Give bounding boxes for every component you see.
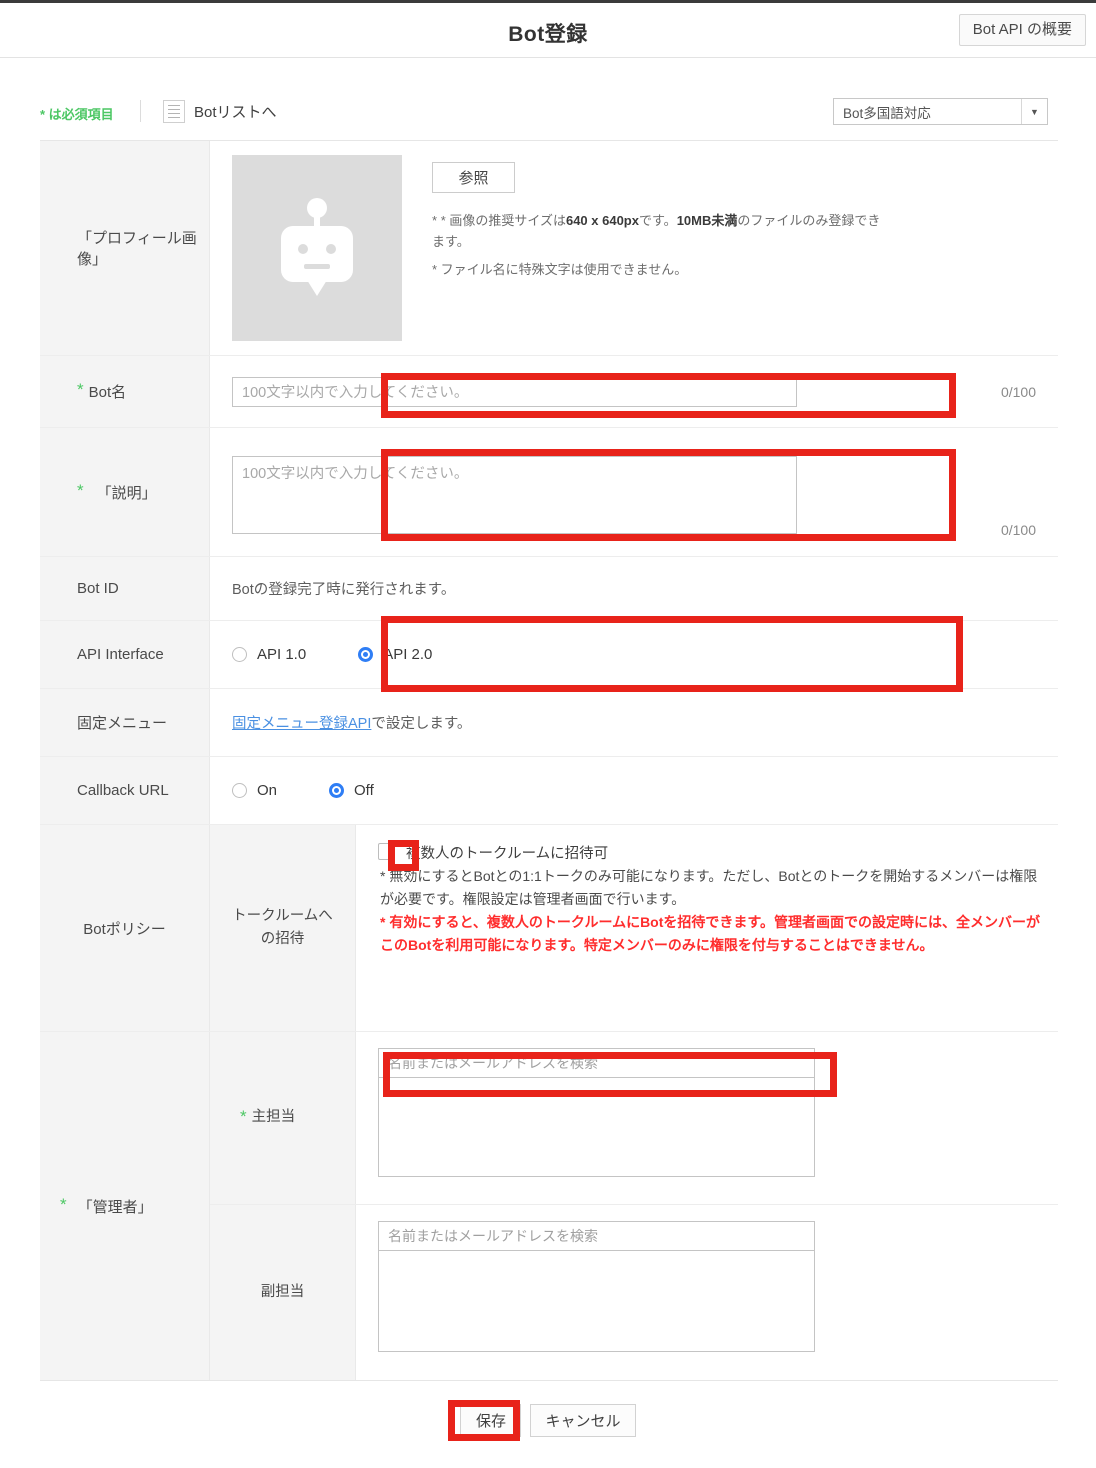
radio-api-1-0-label: API 1.0 — [257, 646, 307, 663]
label-administrators: * 「管理者」 — [40, 1032, 210, 1380]
primary-admin-search-input[interactable]: 名前またはメールアドレスを検索 — [378, 1048, 815, 1077]
bot-registration-form: 「プロフィール画像」 参照 * * 画像の推奨サイズは640 x 640pxです… — [40, 140, 1058, 1381]
row-fixed-menu: 固定メニュー 固定メニュー登録API で設定します。 — [40, 689, 1058, 757]
label-bot-name: * Bot名 — [40, 356, 210, 427]
fixed-menu-api-link[interactable]: 固定メニュー登録API — [232, 712, 371, 733]
required-marker: * — [60, 1194, 67, 1214]
profile-note-filename: * ファイル名に特殊文字は使用できません。 — [432, 261, 688, 277]
radio-callback-off-label: Off — [354, 782, 374, 799]
required-marker: * — [77, 380, 84, 399]
row-callback-url: Callback URL On Off — [40, 757, 1058, 825]
label-bot-policy: Botポリシー — [40, 825, 210, 1031]
secondary-admin-selected-list[interactable] — [378, 1250, 815, 1352]
language-select-value: Bot多国語対応 — [843, 105, 931, 121]
label-primary-admin: * 主担当 — [210, 1032, 356, 1204]
api-overview-button[interactable]: Bot API の概要 — [958, 14, 1086, 46]
talkroom-invite-checkbox-label: 複数人のトークルームに招待可 — [406, 846, 609, 862]
radio-api-1-0[interactable]: API 1.0 — [232, 646, 306, 663]
row-bot-id: Bot ID Botの登録完了時に発行されます。 — [40, 557, 1058, 621]
primary-admin-selected-list[interactable] — [378, 1077, 815, 1177]
description-counter: 0/100 — [1000, 522, 1036, 538]
row-description: * 「説明」 100文字以内で入力してください。 0/100 — [40, 428, 1058, 557]
radio-icon-checked — [358, 647, 374, 662]
row-api-interface: API Interface API 1.0 API 2.0 — [40, 621, 1058, 689]
bot-policy-warning: * 有効にすると、複数人のトークルームにBotを招待できます。管理者画面での設定… — [380, 914, 1040, 954]
sub-toolbar: * は必須項目 Botリストへ Bot多国語対応 ▼ — [0, 58, 1096, 133]
row-administrators: * 「管理者」 * 主担当 名前またはメールアドレスを検索 副担当 名前またはメ… — [40, 1032, 1058, 1380]
robot-avatar-icon — [281, 198, 353, 296]
required-field-note: * は必須項目 — [40, 107, 114, 122]
label-profile-image: 「プロフィール画像」 — [40, 141, 210, 355]
bot-policy-description: * 無効にするとBotとの1:1トークのみ可能になります。ただし、Botとのトー… — [380, 868, 1038, 907]
page-title: Bot登録 — [508, 23, 588, 46]
secondary-admin-picker: 名前またはメールアドレスを検索 — [378, 1221, 815, 1352]
label-description: * 「説明」 — [40, 428, 210, 556]
row-bot-name: * Bot名 100文字以内で入力してください。 0/100 — [40, 356, 1058, 428]
bot-list-link[interactable]: Botリストへ — [163, 100, 277, 123]
row-profile-image: 「プロフィール画像」 参照 * * 画像の推奨サイズは640 x 640pxです… — [40, 141, 1058, 356]
form-actions: 保存 キャンセル — [0, 1404, 1096, 1437]
secondary-admin-search-input[interactable]: 名前またはメールアドレスを検索 — [378, 1221, 815, 1250]
callback-url-radio-group: On Off — [232, 782, 374, 799]
toolbar-divider — [140, 100, 141, 122]
bot-name-input[interactable]: 100文字以内で入力してください。 — [232, 376, 797, 407]
profile-note-size: * * 画像の推奨サイズは640 x 640pxです。10MB未満のファイルのみ… — [432, 213, 881, 250]
title-bar: Bot登録 Bot API の概要 — [0, 0, 1096, 58]
fixed-menu-suffix: で設定します。 — [371, 716, 472, 732]
row-secondary-admin: 副担当 名前またはメールアドレスを検索 — [210, 1205, 1058, 1380]
radio-icon-unchecked — [232, 647, 247, 662]
label-callback-url: Callback URL — [40, 757, 210, 824]
talkroom-invite-checkbox[interactable] — [378, 843, 395, 860]
row-primary-admin: * 主担当 名前またはメールアドレスを検索 — [210, 1032, 1058, 1205]
label-fixed-menu: 固定メニュー — [40, 689, 210, 756]
radio-callback-on[interactable]: On — [232, 782, 277, 799]
row-bot-policy: Botポリシー トークルームへ の招待 複数人のトークルームに招待可 * 無効に… — [40, 825, 1058, 1032]
radio-callback-on-label: On — [257, 782, 278, 799]
radio-icon-unchecked — [232, 783, 247, 798]
label-api-interface: API Interface — [40, 621, 210, 688]
label-bot-id: Bot ID — [40, 557, 210, 620]
label-talkroom-invite: トークルームへ の招待 — [210, 825, 356, 1031]
bot-name-counter: 0/100 — [1000, 383, 1036, 400]
label-secondary-admin: 副担当 — [210, 1205, 356, 1380]
radio-api-2-0-label: API 2.0 — [383, 646, 433, 663]
save-button[interactable]: 保存 — [460, 1404, 522, 1437]
required-marker: * — [77, 480, 84, 500]
radio-api-2-0[interactable]: API 2.0 — [358, 646, 432, 663]
profile-image-preview[interactable] — [232, 155, 402, 341]
cancel-button[interactable]: キャンセル — [530, 1404, 636, 1437]
bot-list-link-label: Botリストへ — [194, 104, 277, 121]
list-icon — [163, 100, 185, 123]
language-select[interactable]: Bot多国語対応 ▼ — [833, 98, 1048, 125]
required-marker: * — [240, 1106, 247, 1126]
chevron-down-icon: ▼ — [1021, 99, 1047, 124]
bot-id-value: Botの登録完了時に発行されます。 — [232, 582, 456, 598]
radio-callback-off[interactable]: Off — [329, 782, 374, 799]
browse-file-button[interactable]: 参照 — [432, 162, 515, 193]
api-interface-radio-group: API 1.0 API 2.0 — [232, 646, 432, 663]
description-textarea[interactable]: 100文字以内で入力してください。 — [232, 456, 797, 534]
primary-admin-picker: 名前またはメールアドレスを検索 — [378, 1048, 815, 1177]
radio-icon-checked — [329, 783, 345, 798]
